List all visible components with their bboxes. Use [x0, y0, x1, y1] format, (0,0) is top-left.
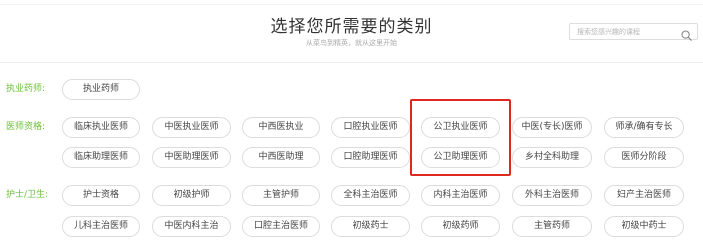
- tag-tcm-practicing-physician[interactable]: 中医执业医师: [152, 117, 231, 138]
- tag-clinical-assistant-physician[interactable]: 临床助理医师: [62, 147, 140, 168]
- tag-dental-assistant-physician[interactable]: 口腔助理医师: [331, 147, 410, 168]
- tag-rural-general-assistant[interactable]: 乡村全科助理: [512, 147, 592, 168]
- page-subtitle: 从菜鸟到精英，就从这里开始: [306, 39, 397, 47]
- tag-junior-tcm-pharmacy-assistant[interactable]: 初级中药士: [604, 216, 684, 237]
- tag-junior-nurse[interactable]: 初级护师: [152, 185, 231, 206]
- tag-tcm-internal-attending[interactable]: 中医内科主治: [152, 216, 231, 237]
- tag-tcm-assistant-physician[interactable]: 中医助理医师: [152, 147, 231, 168]
- tag-general-attending-physician[interactable]: 全科主治医师: [331, 185, 410, 206]
- tag-tcm-specialty-physician[interactable]: 中医(专长)医师: [512, 117, 592, 138]
- tag-clinical-practicing-physician[interactable]: 临床执业医师: [62, 117, 140, 138]
- category-label-pharmacist: 执业药师:: [6, 84, 46, 94]
- highlight-box: [410, 99, 511, 176]
- tag-integrated-practicing[interactable]: 中西医执业: [242, 117, 320, 138]
- header: 选择您所需要的类别 从菜鸟到精英，就从这里开始: [0, 0, 703, 62]
- tag-junior-pharmacy-assistant[interactable]: 初级药士: [331, 216, 410, 237]
- tag-charge-nurse[interactable]: 主管护师: [242, 185, 320, 206]
- category-selector-panel: 选择您所需要的类别 从菜鸟到精英，就从这里开始 执业药师: 执业药师 医师资格:…: [0, 0, 703, 243]
- category-label-nursing-health: 护士/卫生:: [6, 190, 49, 200]
- tag-dental-attending[interactable]: 口腔主治医师: [242, 216, 320, 237]
- tag-junior-pharmacist[interactable]: 初级药师: [421, 216, 500, 237]
- tag-dental-practicing-physician[interactable]: 口腔执业医师: [331, 117, 410, 138]
- tag-mentorship-specialty[interactable]: 师承/确有专长: [604, 117, 684, 138]
- search-icon[interactable]: [681, 26, 692, 41]
- tag-internal-medicine-attending[interactable]: 内科主治医师: [421, 185, 500, 206]
- tag-obstetrics-attending[interactable]: 妇产主治医师: [604, 185, 684, 206]
- search-input[interactable]: [570, 24, 675, 39]
- tag-physician-staged-exam[interactable]: 医师分阶段: [604, 147, 684, 168]
- tag-charge-pharmacist[interactable]: 主管药师: [512, 216, 592, 237]
- category-label-physician: 医师资格:: [6, 122, 46, 132]
- tag-nurse-qualification[interactable]: 护士资格: [62, 185, 140, 206]
- tag-pediatrics-attending[interactable]: 儿科主治医师: [62, 216, 140, 237]
- tag-pharmacist[interactable]: 执业药师: [62, 79, 140, 100]
- search-box[interactable]: [569, 23, 698, 41]
- tag-surgery-attending[interactable]: 外科主治医师: [512, 185, 592, 206]
- tag-integrated-assistant[interactable]: 中西医助理: [242, 147, 320, 168]
- header-divider: [0, 62, 703, 63]
